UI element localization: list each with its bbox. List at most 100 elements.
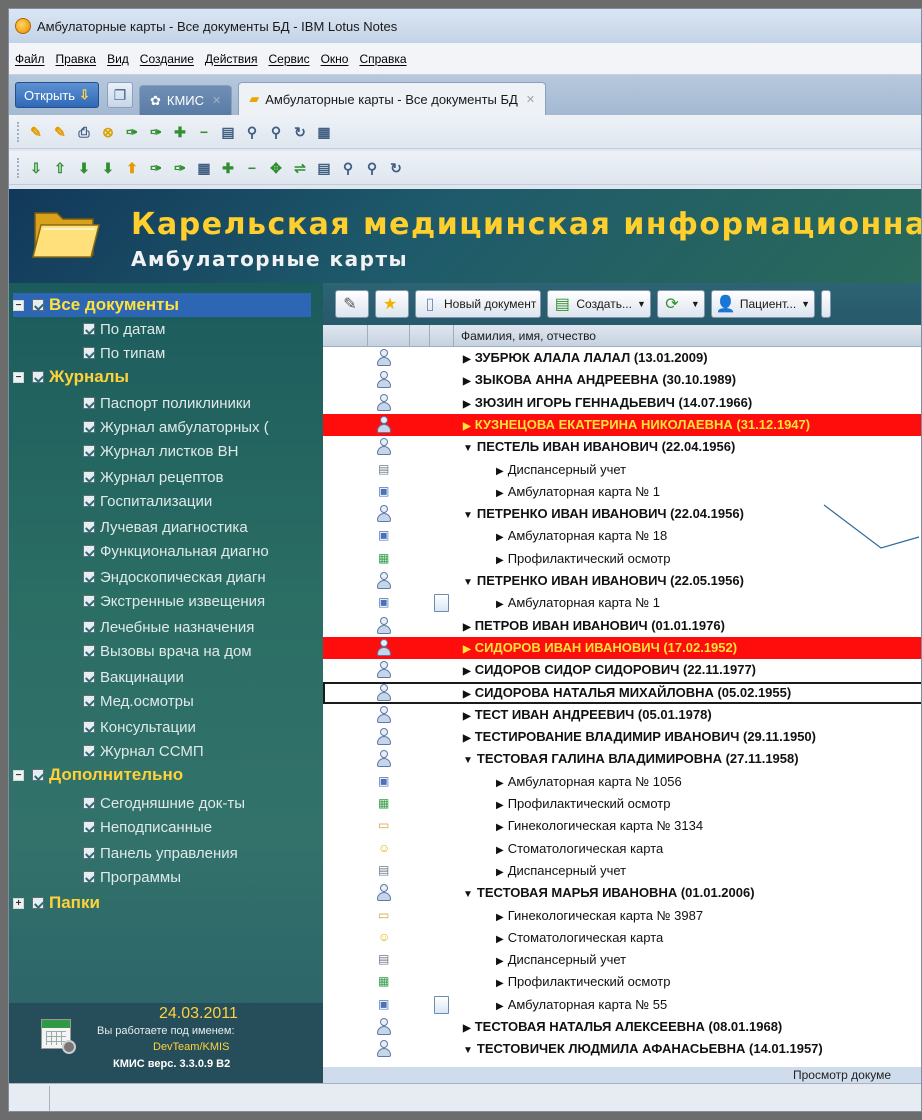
twistie-collapsed-icon[interactable]: ▶ <box>463 711 471 722</box>
collapse-icon[interactable]: − <box>13 371 24 383</box>
document-row[interactable]: ☺ ▶ Стоматологическая карта <box>323 838 921 860</box>
print-icon[interactable]: ⎙ <box>74 122 94 142</box>
patient-row[interactable]: ▼ ПЕТРЕНКО ИВАН ИВАНОВИЧ (22.05.1956) <box>323 570 921 592</box>
menu-actions[interactable]: Действия <box>205 52 258 66</box>
patient-row[interactable]: ▶ ПЕТРОВ ИВАН ИВАНОВИЧ (01.01.1976) <box>323 615 921 637</box>
patient-row[interactable]: ▼ ПЕТРЕНКО ИВАН ИВАНОВИЧ (22.04.1956) <box>323 503 921 525</box>
nav-item[interactable]: Экстренные извещения <box>83 589 265 613</box>
refresh-icon[interactable]: ↻ <box>290 122 310 142</box>
document-row[interactable]: ▣ ▶ Амбулаторная карта № 1 <box>323 592 921 614</box>
edit-icon[interactable]: ✑ <box>146 158 166 178</box>
twistie-collapsed-icon[interactable]: ▶ <box>463 376 471 387</box>
nav-item[interactable]: + Папки <box>13 891 100 915</box>
tab-kmis[interactable]: ✿ КМИС ✕ <box>138 85 233 115</box>
twistie-collapsed-icon[interactable]: ▶ <box>496 1001 504 1012</box>
twistie-collapsed-icon[interactable]: ▶ <box>463 733 471 744</box>
nav-item[interactable]: Паспорт поликлиники <box>83 391 251 415</box>
document-row[interactable]: ▣ ▶ Амбулаторная карта № 18 <box>323 525 921 547</box>
favorite-button[interactable]: ★ <box>375 290 409 318</box>
twistie-collapsed-icon[interactable]: ▶ <box>496 800 504 811</box>
patient-row[interactable]: ▶ СИДОРОВ СИДОР СИДОРОВИЧ (22.11.1977) <box>323 659 921 681</box>
copy-icon[interactable]: ▤ <box>218 122 238 142</box>
twistie-collapsed-icon[interactable]: ▶ <box>463 421 471 432</box>
document-row[interactable]: ▦ ▶ Профилактический осмотр <box>323 548 921 570</box>
nav-item[interactable]: Журнал рецептов <box>83 465 224 489</box>
patient-row[interactable]: ▶ ЗЮЗИН ИГОРЬ ГЕННАДЬЕВИЧ (14.07.1966) <box>323 392 921 414</box>
bookmark-icon[interactable]: ✑ <box>122 122 142 142</box>
remove-icon[interactable]: − <box>194 122 214 142</box>
patient-row[interactable]: ▶ ЗУБРЮК АЛАЛА ЛАЛАЛ (13.01.2009) <box>323 347 921 369</box>
search-next-icon[interactable]: ⚲ <box>266 122 286 142</box>
sort-icon[interactable]: ⇩ <box>26 158 46 178</box>
doc-icon[interactable]: ▤ <box>314 158 334 178</box>
twistie-expanded-icon[interactable]: ▼ <box>463 510 473 521</box>
open-button[interactable]: Открыть ⇩ <box>15 82 99 108</box>
twistie-collapsed-icon[interactable]: ▶ <box>496 912 504 923</box>
nav-item[interactable]: Мед.осмотры <box>83 689 194 713</box>
nav-item[interactable]: Эндоскопическая диагн <box>83 565 266 589</box>
patient-row[interactable]: ▶ СИДОРОВ ИВАН ИВАНОВИЧ (17.02.1952) <box>323 636 921 659</box>
collapse-icon[interactable]: − <box>13 769 24 781</box>
twistie-collapsed-icon[interactable]: ▶ <box>463 1023 471 1034</box>
link-icon[interactable]: ⇌ <box>290 158 310 178</box>
twistie-expanded-icon[interactable]: ▼ <box>463 443 473 454</box>
nav-item[interactable]: По типам <box>83 341 165 365</box>
document-row[interactable]: ▦ ▶ Профилактический осмотр <box>323 793 921 815</box>
nav-item[interactable]: Панель управления <box>83 841 238 865</box>
document-row[interactable]: ☺ ▶ Стоматологическая карта <box>323 927 921 949</box>
twistie-collapsed-icon[interactable]: ▶ <box>463 622 471 633</box>
twistie-collapsed-icon[interactable]: ▶ <box>496 599 504 610</box>
nav-item[interactable]: Консультации <box>83 715 196 739</box>
twistie-collapsed-icon[interactable]: ▶ <box>463 689 471 700</box>
patient-row[interactable]: ▼ ТЕСТОВИЧЕК ЛЮДМИЛА АФАНАСЬЕВНА (14.01.1… <box>323 1038 921 1060</box>
twistie-collapsed-icon[interactable]: ▶ <box>496 466 504 477</box>
filter-icon[interactable]: ⇧ <box>50 158 70 178</box>
nav-item[interactable]: Вакцинации <box>83 665 184 689</box>
nav-item[interactable]: Сегодняшние док-ты <box>83 791 245 815</box>
nav-item[interactable]: Вызовы врача на дом <box>83 639 252 663</box>
menu-create[interactable]: Создание <box>140 52 194 66</box>
twistie-collapsed-icon[interactable]: ▶ <box>496 822 504 833</box>
reply-icon[interactable]: ✎ <box>50 122 70 142</box>
twistie-expanded-icon[interactable]: ▼ <box>463 577 473 588</box>
close-icon[interactable]: ✕ <box>526 93 535 106</box>
search-icon[interactable]: ⚲ <box>338 158 358 178</box>
twistie-collapsed-icon[interactable]: ▶ <box>496 532 504 543</box>
edit-alt-icon[interactable]: ✑ <box>170 158 190 178</box>
search-icon[interactable]: ⚲ <box>242 122 262 142</box>
menu-file[interactable]: Файл <box>15 52 45 66</box>
new-document-button[interactable]: ▯ Новый документ <box>415 290 542 318</box>
twistie-collapsed-icon[interactable]: ▶ <box>496 934 504 945</box>
patient-row[interactable]: ▶ ТЕСТИРОВАНИЕ ВЛАДИМИР ИВАНОВИЧ (29.11.1… <box>323 726 921 748</box>
twistie-collapsed-icon[interactable]: ▶ <box>496 956 504 967</box>
nav-item[interactable]: Программы <box>83 865 181 889</box>
twistie-expanded-icon[interactable]: ▼ <box>463 755 473 766</box>
collapse-icon[interactable]: − <box>13 299 24 311</box>
calendar-icon[interactable]: ▦ <box>314 122 334 142</box>
search-next-icon[interactable]: ⚲ <box>362 158 382 178</box>
refresh-icon[interactable]: ↻ <box>386 158 406 178</box>
add-icon[interactable]: ✚ <box>170 122 190 142</box>
twistie-collapsed-icon[interactable]: ▶ <box>496 555 504 566</box>
new-memo-icon[interactable]: ✎ <box>26 122 46 142</box>
nav-item[interactable]: − Журналы <box>13 365 129 389</box>
nav-item[interactable]: По датам <box>83 317 165 341</box>
window-switch-icon[interactable]: ❐ <box>106 82 133 108</box>
nav-item[interactable]: Госпитализации <box>83 489 212 513</box>
menu-edit[interactable]: Правка <box>56 52 97 66</box>
table-icon[interactable]: ▦ <box>194 158 214 178</box>
patient-row[interactable]: ▶ ТЕСТ ИВАН АНДРЕЕВИЧ (05.01.1978) <box>323 704 921 726</box>
close-icon[interactable]: ✕ <box>212 94 221 107</box>
twistie-expanded-icon[interactable]: ▼ <box>463 889 473 900</box>
stop-icon[interactable]: ⊗ <box>98 122 118 142</box>
document-row[interactable]: ▤ ▶ Диспансерный учет <box>323 949 921 971</box>
document-row[interactable]: ▣ ▶ Амбулаторная карта № 1056 <box>323 771 921 793</box>
document-row[interactable]: ▣ ▶ Амбулаторная карта № 55 <box>323 994 921 1016</box>
down-icon[interactable]: ⬇ <box>74 158 94 178</box>
twistie-collapsed-icon[interactable]: ▶ <box>496 778 504 789</box>
menu-tools[interactable]: Сервис <box>268 52 309 66</box>
document-row[interactable]: ▤ ▶ Диспансерный учет <box>323 459 921 481</box>
document-row[interactable]: ▦ ▶ Профилактический осмотр <box>323 971 921 993</box>
menu-help[interactable]: Справка <box>359 52 406 66</box>
tab-ambulatory-cards[interactable]: ▰ Амбулаторные карты - Все документы БД … <box>238 82 547 115</box>
